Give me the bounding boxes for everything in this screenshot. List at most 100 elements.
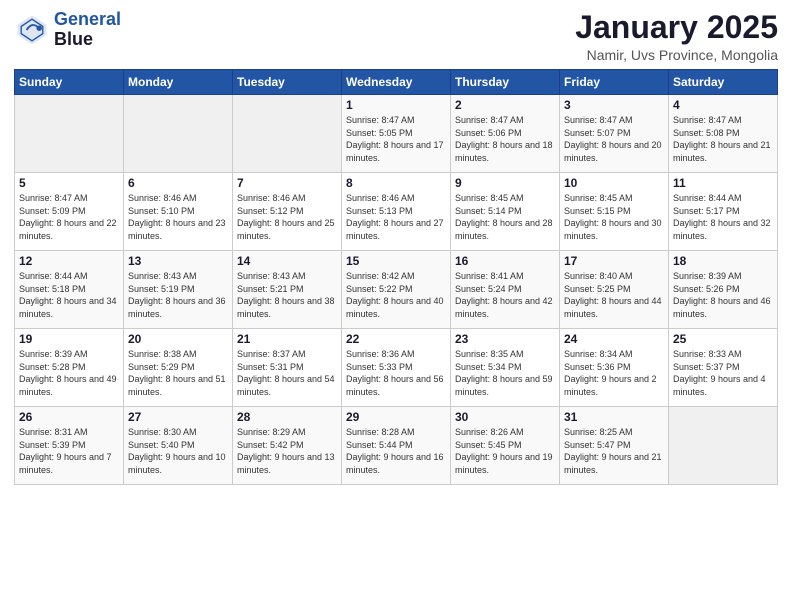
day-info: Sunrise: 8:36 AM Sunset: 5:33 PM Dayligh… (346, 348, 446, 398)
weekday-header-saturday: Saturday (669, 70, 778, 95)
day-number: 23 (455, 332, 555, 346)
calendar-cell: 2 Sunrise: 8:47 AM Sunset: 5:06 PM Daylig… (451, 95, 560, 173)
weekday-header-monday: Monday (124, 70, 233, 95)
day-number: 18 (673, 254, 773, 268)
day-number: 17 (564, 254, 664, 268)
day-number: 8 (346, 176, 446, 190)
day-number: 4 (673, 98, 773, 112)
day-number: 9 (455, 176, 555, 190)
day-number: 30 (455, 410, 555, 424)
day-info: Sunrise: 8:39 AM Sunset: 5:26 PM Dayligh… (673, 270, 773, 320)
day-number: 29 (346, 410, 446, 424)
day-number: 6 (128, 176, 228, 190)
day-number: 25 (673, 332, 773, 346)
calendar-cell: 12Sunrise: 8:44 AM Sunset: 5:18 PM Dayli… (15, 251, 124, 329)
day-info: Sunrise: 8:47 AM Sunset: 5:09 PM Dayligh… (19, 192, 119, 242)
day-number: 28 (237, 410, 337, 424)
calendar-week-5: 26 Sunrise: 8:31 AM Sunset: 5:39 PM Dayli… (15, 407, 778, 485)
calendar-cell: 24 Sunrise: 8:34 AM Sunset: 5:36 PM Dayli… (560, 329, 669, 407)
calendar-cell: 8 Sunrise: 8:46 AM Sunset: 5:13 PM Daylig… (342, 173, 451, 251)
calendar-header: SundayMondayTuesdayWednesdayThursdayFrid… (15, 70, 778, 95)
calendar-cell (15, 95, 124, 173)
day-number: 7 (237, 176, 337, 190)
day-info: Sunrise: 8:35 AM Sunset: 5:34 PM Dayligh… (455, 348, 555, 398)
calendar-week-4: 19Sunrise: 8:39 AM Sunset: 5:28 PM Dayli… (15, 329, 778, 407)
calendar-cell: 30 Sunrise: 8:26 AM Sunset: 5:45 PM Dayli… (451, 407, 560, 485)
day-number: 26 (19, 410, 119, 424)
day-number: 24 (564, 332, 664, 346)
calendar-cell: 16Sunrise: 8:41 AM Sunset: 5:24 PM Dayli… (451, 251, 560, 329)
month-title: January 2025 (575, 10, 778, 45)
calendar-week-2: 5 Sunrise: 8:47 AM Sunset: 5:09 PM Daylig… (15, 173, 778, 251)
day-number: 22 (346, 332, 446, 346)
weekday-header-thursday: Thursday (451, 70, 560, 95)
calendar-cell: 10Sunrise: 8:45 AM Sunset: 5:15 PM Dayli… (560, 173, 669, 251)
calendar-cell: 31 Sunrise: 8:25 AM Sunset: 5:47 PM Dayli… (560, 407, 669, 485)
calendar-cell: 14 Sunrise: 8:43 AM Sunset: 5:21 PM Dayli… (233, 251, 342, 329)
day-info: Sunrise: 8:47 AM Sunset: 5:06 PM Dayligh… (455, 114, 555, 164)
calendar-cell: 17 Sunrise: 8:40 AM Sunset: 5:25 PM Dayli… (560, 251, 669, 329)
calendar-cell: 26 Sunrise: 8:31 AM Sunset: 5:39 PM Dayli… (15, 407, 124, 485)
day-info: Sunrise: 8:25 AM Sunset: 5:47 PM Dayligh… (564, 426, 664, 476)
calendar-table: SundayMondayTuesdayWednesdayThursdayFrid… (14, 69, 778, 485)
day-info: Sunrise: 8:28 AM Sunset: 5:44 PM Dayligh… (346, 426, 446, 476)
calendar-cell (669, 407, 778, 485)
calendar-cell: 19Sunrise: 8:39 AM Sunset: 5:28 PM Dayli… (15, 329, 124, 407)
day-number: 3 (564, 98, 664, 112)
day-info: Sunrise: 8:41 AM Sunset: 5:24 PM Dayligh… (455, 270, 555, 320)
day-info: Sunrise: 8:30 AM Sunset: 5:40 PM Dayligh… (128, 426, 228, 476)
weekday-header-sunday: Sunday (15, 70, 124, 95)
calendar-cell: 23 Sunrise: 8:35 AM Sunset: 5:34 PM Dayli… (451, 329, 560, 407)
day-info: Sunrise: 8:38 AM Sunset: 5:29 PM Dayligh… (128, 348, 228, 398)
calendar-cell: 18 Sunrise: 8:39 AM Sunset: 5:26 PM Dayli… (669, 251, 778, 329)
logo-icon (14, 12, 50, 48)
location-subtitle: Namir, Uvs Province, Mongolia (575, 47, 778, 63)
weekday-header-row: SundayMondayTuesdayWednesdayThursdayFrid… (15, 70, 778, 95)
day-number: 21 (237, 332, 337, 346)
calendar-cell: 27 Sunrise: 8:30 AM Sunset: 5:40 PM Dayli… (124, 407, 233, 485)
weekday-header-friday: Friday (560, 70, 669, 95)
calendar-cell (233, 95, 342, 173)
day-info: Sunrise: 8:47 AM Sunset: 5:08 PM Dayligh… (673, 114, 773, 164)
logo-line1: General (54, 9, 121, 29)
calendar-cell: 28 Sunrise: 8:29 AM Sunset: 5:42 PM Dayli… (233, 407, 342, 485)
calendar-cell: 4 Sunrise: 8:47 AM Sunset: 5:08 PM Daylig… (669, 95, 778, 173)
day-number: 20 (128, 332, 228, 346)
header: General Blue January 2025 Namir, Uvs Pro… (14, 10, 778, 63)
calendar-cell: 15Sunrise: 8:42 AM Sunset: 5:22 PM Dayli… (342, 251, 451, 329)
day-info: Sunrise: 8:39 AM Sunset: 5:28 PM Dayligh… (19, 348, 119, 398)
day-info: Sunrise: 8:40 AM Sunset: 5:25 PM Dayligh… (564, 270, 664, 320)
calendar-cell: 21Sunrise: 8:37 AM Sunset: 5:31 PM Dayli… (233, 329, 342, 407)
day-info: Sunrise: 8:45 AM Sunset: 5:14 PM Dayligh… (455, 192, 555, 242)
day-info: Sunrise: 8:42 AM Sunset: 5:22 PM Dayligh… (346, 270, 446, 320)
day-info: Sunrise: 8:43 AM Sunset: 5:21 PM Dayligh… (237, 270, 337, 320)
day-number: 14 (237, 254, 337, 268)
day-info: Sunrise: 8:26 AM Sunset: 5:45 PM Dayligh… (455, 426, 555, 476)
day-info: Sunrise: 8:34 AM Sunset: 5:36 PM Dayligh… (564, 348, 664, 398)
calendar-cell: 5 Sunrise: 8:47 AM Sunset: 5:09 PM Daylig… (15, 173, 124, 251)
calendar-cell: 20 Sunrise: 8:38 AM Sunset: 5:29 PM Dayli… (124, 329, 233, 407)
weekday-header-tuesday: Tuesday (233, 70, 342, 95)
calendar-cell: 25Sunrise: 8:33 AM Sunset: 5:37 PM Dayli… (669, 329, 778, 407)
day-info: Sunrise: 8:29 AM Sunset: 5:42 PM Dayligh… (237, 426, 337, 476)
calendar-cell (124, 95, 233, 173)
day-info: Sunrise: 8:47 AM Sunset: 5:05 PM Dayligh… (346, 114, 446, 164)
title-block: January 2025 Namir, Uvs Province, Mongol… (575, 10, 778, 63)
calendar-cell: 22 Sunrise: 8:36 AM Sunset: 5:33 PM Dayli… (342, 329, 451, 407)
day-number: 5 (19, 176, 119, 190)
calendar-cell: 11Sunrise: 8:44 AM Sunset: 5:17 PM Dayli… (669, 173, 778, 251)
day-number: 27 (128, 410, 228, 424)
logo-line2: Blue (54, 30, 121, 50)
calendar-body: 1Sunrise: 8:47 AM Sunset: 5:05 PM Daylig… (15, 95, 778, 485)
calendar-cell: 9 Sunrise: 8:45 AM Sunset: 5:14 PM Daylig… (451, 173, 560, 251)
day-info: Sunrise: 8:46 AM Sunset: 5:13 PM Dayligh… (346, 192, 446, 242)
day-info: Sunrise: 8:44 AM Sunset: 5:18 PM Dayligh… (19, 270, 119, 320)
calendar-week-3: 12Sunrise: 8:44 AM Sunset: 5:18 PM Dayli… (15, 251, 778, 329)
page-container: General Blue January 2025 Namir, Uvs Pro… (0, 0, 792, 493)
day-info: Sunrise: 8:46 AM Sunset: 5:12 PM Dayligh… (237, 192, 337, 242)
day-number: 2 (455, 98, 555, 112)
day-info: Sunrise: 8:46 AM Sunset: 5:10 PM Dayligh… (128, 192, 228, 242)
day-info: Sunrise: 8:31 AM Sunset: 5:39 PM Dayligh… (19, 426, 119, 476)
calendar-week-1: 1Sunrise: 8:47 AM Sunset: 5:05 PM Daylig… (15, 95, 778, 173)
day-number: 31 (564, 410, 664, 424)
